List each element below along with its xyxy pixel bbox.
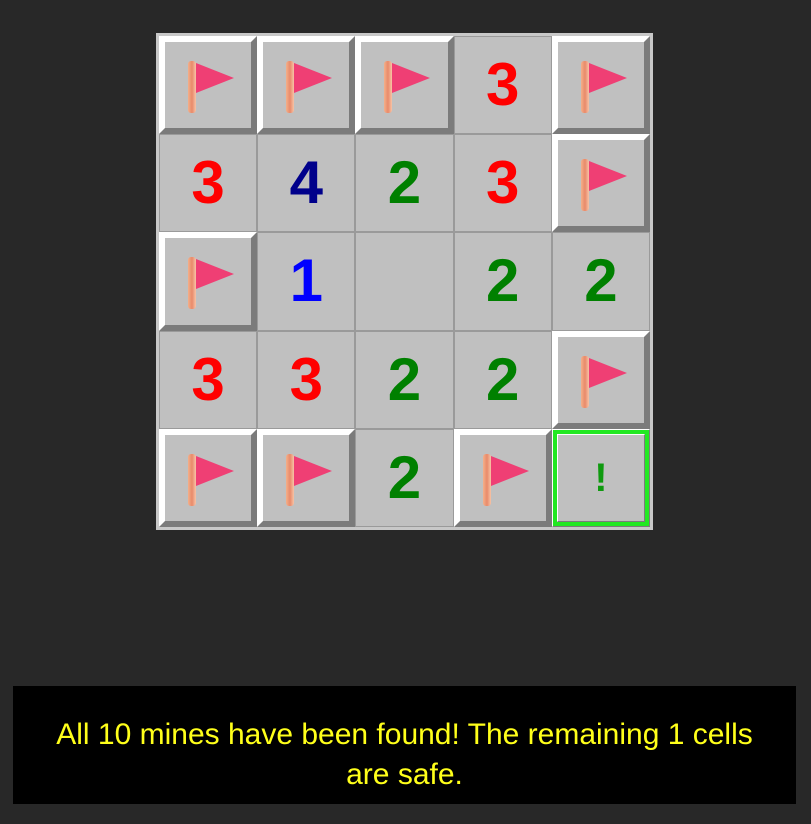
cell-number: 2 [486, 345, 520, 413]
cell-number: 2 [387, 443, 422, 511]
revealed-number-cell[interactable]: 2 [355, 330, 454, 429]
flag-icon [575, 57, 627, 114]
flagged-cell[interactable] [453, 428, 552, 527]
cell-number: 1 [289, 247, 323, 315]
cell-number: 2 [387, 149, 422, 217]
flag-icon [575, 155, 627, 212]
selected-safe-cell[interactable]: ! [551, 428, 650, 527]
flag-icon [280, 450, 333, 506]
flag-icon [378, 57, 431, 114]
flagged-cell[interactable] [551, 330, 650, 429]
revealed-number-cell[interactable]: 2 [453, 232, 552, 331]
cell-number: 3 [486, 149, 520, 217]
flagged-cell[interactable] [159, 36, 258, 135]
flag-icon [280, 57, 333, 114]
flag-icon [182, 57, 235, 114]
flag-icon [477, 450, 529, 506]
cell-number: 2 [584, 247, 618, 315]
revealed-number-cell[interactable]: 4 [257, 134, 356, 233]
flagged-cell[interactable] [159, 232, 258, 331]
status-message: All 10 mines have been found! The remain… [56, 718, 753, 791]
flagged-cell[interactable] [355, 36, 454, 135]
cell-number: 3 [191, 149, 225, 217]
revealed-empty-cell[interactable] [355, 232, 454, 331]
flagged-cell[interactable] [551, 134, 650, 233]
cell-number: 2 [387, 345, 422, 413]
revealed-number-cell[interactable]: 1 [257, 232, 356, 331]
flagged-cell[interactable] [159, 428, 258, 527]
exclamation-icon: ! [594, 455, 608, 500]
status-message-box: All 10 mines have been found! The remain… [13, 686, 796, 804]
flag-icon [182, 253, 235, 310]
cell-number: 3 [191, 345, 225, 413]
revealed-number-cell[interactable]: 3 [453, 36, 552, 135]
flagged-cell[interactable] [257, 428, 356, 527]
revealed-number-cell[interactable]: 2 [355, 134, 454, 233]
cell-number: 3 [289, 345, 323, 413]
minesweeper-board: 3 3 4 2 3 1 2 2 3 3 2 2 2! [156, 33, 653, 530]
revealed-number-cell[interactable]: 3 [257, 330, 356, 429]
revealed-number-cell[interactable]: 2 [551, 232, 650, 331]
cell-number: 2 [486, 247, 520, 315]
revealed-number-cell[interactable]: 2 [355, 428, 454, 527]
flag-icon [182, 450, 235, 506]
flagged-cell[interactable] [257, 36, 356, 135]
revealed-number-cell[interactable]: 3 [159, 330, 258, 429]
flag-icon [575, 352, 627, 408]
revealed-number-cell[interactable]: 3 [159, 134, 258, 233]
flagged-cell[interactable] [551, 36, 650, 135]
cell-number: 3 [486, 51, 520, 119]
cell-number: 4 [289, 149, 323, 217]
revealed-number-cell[interactable]: 2 [453, 330, 552, 429]
revealed-number-cell[interactable]: 3 [453, 134, 552, 233]
